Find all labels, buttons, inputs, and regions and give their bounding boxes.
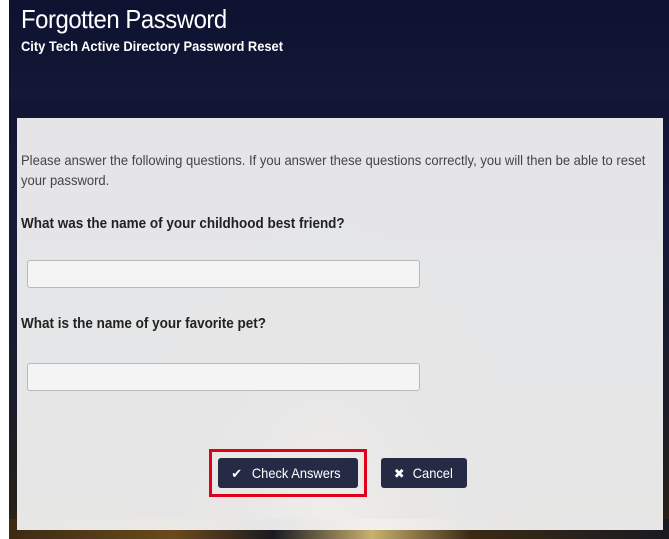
page-subtitle: City Tech Active Directory Password Rese…: [21, 38, 283, 54]
security-questions-panel: Please answer the following questions. I…: [17, 118, 663, 530]
left-margin: [0, 0, 9, 539]
page-title: Forgotten Password: [21, 4, 227, 34]
checkmark-icon: ✔: [231, 465, 243, 481]
close-icon: ✖: [393, 465, 405, 481]
cancel-label: Cancel: [412, 465, 453, 481]
check-answers-label: Check Answers: [252, 465, 341, 481]
question-2-answer-input[interactable]: [27, 363, 420, 391]
check-answers-button[interactable]: ✔ Check Answers: [218, 458, 358, 488]
cancel-button[interactable]: ✖ Cancel: [381, 458, 467, 488]
instructions-text: Please answer the following questions. I…: [21, 152, 646, 188]
question-1-answer-input[interactable]: [27, 260, 420, 288]
question-2-label: What is the name of your favorite pet?: [21, 316, 267, 332]
page-header: Forgotten Password City Tech Active Dire…: [9, 0, 669, 100]
question-1-label: What was the name of your childhood best…: [21, 216, 345, 232]
